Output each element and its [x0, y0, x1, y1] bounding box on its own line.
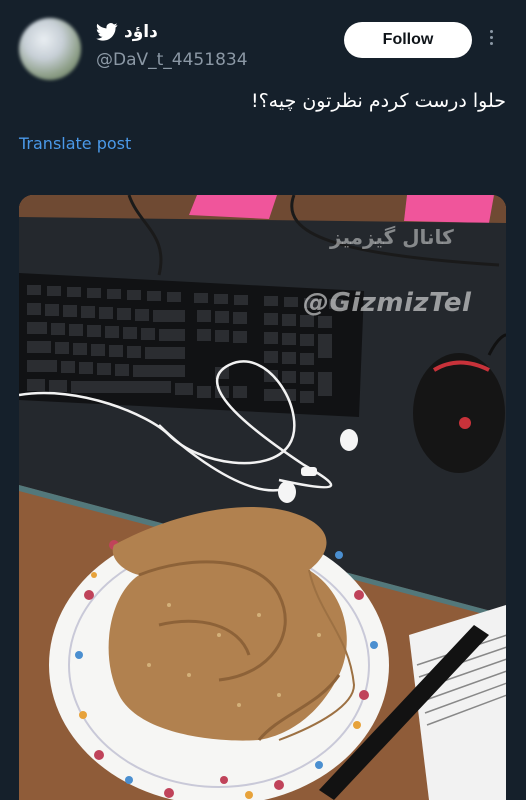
- watermark-handle: @GizmizTel: [303, 288, 472, 318]
- watermark-channel: کانال گیزمیز: [330, 225, 454, 249]
- post-text: حلوا درست کردم نظرتون چیه؟!: [250, 90, 506, 112]
- photo-illustration: [19, 195, 506, 800]
- user-handle[interactable]: @DaV_t_4451834: [96, 50, 248, 70]
- avatar[interactable]: [19, 18, 81, 80]
- display-name[interactable]: داﺅد: [124, 22, 158, 42]
- twitter-bird-icon: [96, 23, 118, 41]
- tweet-card: داﺅد @DaV_t_4451834 Follow حلوا درست کرد…: [0, 0, 526, 800]
- user-name-row: داﺅد: [96, 22, 158, 42]
- follow-button[interactable]: Follow: [344, 22, 472, 58]
- more-vertical-icon[interactable]: [489, 30, 495, 50]
- translate-post-link[interactable]: Translate post: [19, 134, 131, 153]
- post-image[interactable]: [19, 195, 506, 800]
